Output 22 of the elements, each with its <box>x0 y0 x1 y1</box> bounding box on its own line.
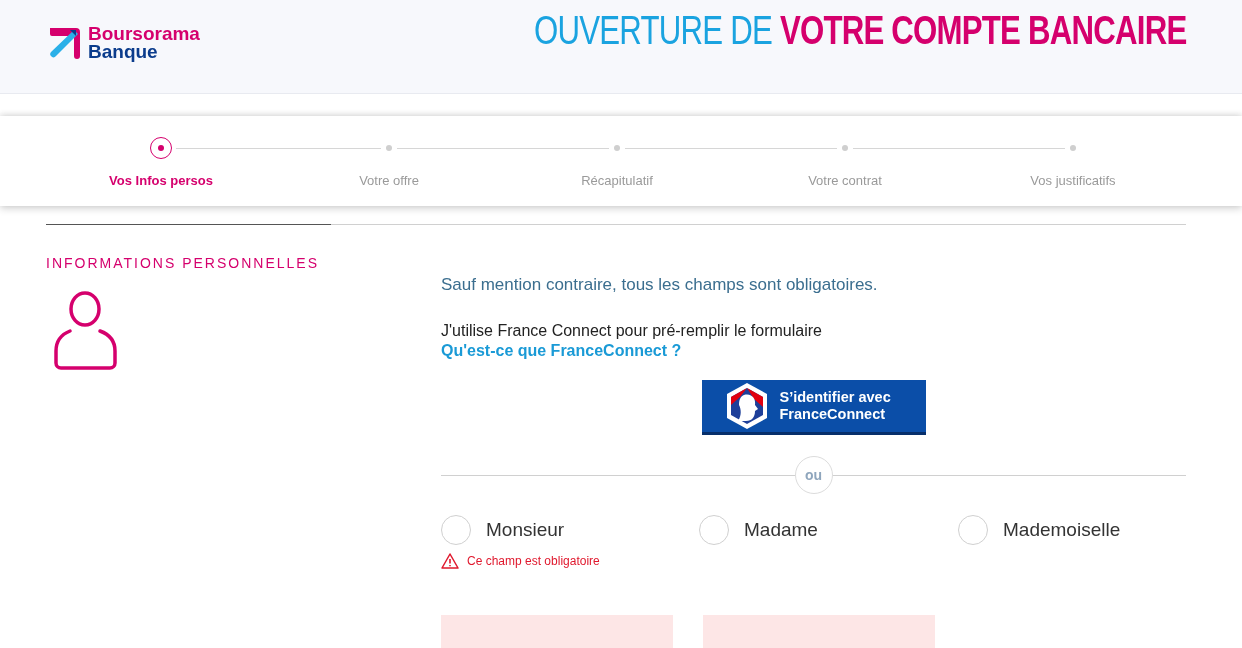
step-label[interactable]: Vos justificatifs <box>1030 173 1116 188</box>
step-label[interactable]: Votre contrat <box>808 173 882 188</box>
error-message: Ce champ est obligatoire <box>467 554 600 568</box>
person-icon <box>54 291 118 371</box>
step-label[interactable]: Vos Infos persos <box>109 173 213 188</box>
prompt-text: J'utilise France Connect pour pré-remplir le formulaire <box>441 322 823 340</box>
radio-option[interactable]: Madame <box>699 515 958 545</box>
warning-icon <box>441 553 459 569</box>
logo-text: Boursorama <box>88 24 200 43</box>
radio-option[interactable]: Mademoiselle <box>958 515 1186 545</box>
logo-text: Banque <box>88 42 159 61</box>
france-connect-button[interactable]: S’identifier avec FranceConnect <box>701 380 926 435</box>
radio-option[interactable]: Monsieur <box>441 515 699 545</box>
step-label[interactable]: Récapitulatif <box>581 173 653 188</box>
input-field[interactable] <box>441 615 673 648</box>
intro-text: Sauf mention contraire, tous les champs sont obligatoires. <box>441 275 879 295</box>
page-title: OUVERTURE DE VOTRE COMPTE BANCAIRE <box>533 7 1186 53</box>
logo-icon <box>48 25 82 60</box>
step-label[interactable]: Votre offre <box>359 173 419 188</box>
help-link[interactable]: Qu'est-ce que FranceConnect ? <box>441 342 682 360</box>
input-field[interactable] <box>703 615 935 648</box>
section-heading: INFORMATIONS PERSONNELLES <box>46 255 320 271</box>
